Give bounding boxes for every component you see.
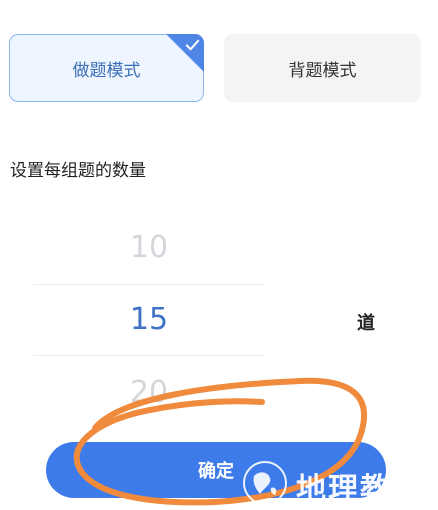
watermark-text: 地理教	[296, 472, 392, 507]
site-watermark: 地理教	[240, 456, 430, 510]
picker-divider-top	[33, 284, 265, 285]
globe-logo-icon	[243, 461, 287, 505]
quantity-unit-label: 道	[357, 313, 375, 334]
memorize-mode-option[interactable]: 背题模式	[224, 34, 421, 102]
picker-option-20[interactable]: 20	[33, 375, 265, 410]
question-settings-screen: 做题模式 背题模式 设置每组题的数量 10 15 20 道 确定 地理教	[0, 0, 438, 510]
picker-option-selected[interactable]: 15	[33, 302, 265, 337]
practice-mode-label: 做题模式	[72, 60, 141, 81]
memorize-mode-label: 背题模式	[288, 60, 357, 81]
confirm-button-label: 确定	[198, 461, 234, 482]
picker-divider-bottom	[33, 355, 265, 356]
selected-check-icon	[166, 34, 204, 72]
quantity-section-title: 设置每组题的数量	[10, 161, 146, 181]
quantity-picker[interactable]: 10 15 20	[33, 220, 265, 415]
practice-mode-option[interactable]: 做题模式	[9, 34, 204, 102]
picker-option-10[interactable]: 10	[33, 230, 265, 265]
